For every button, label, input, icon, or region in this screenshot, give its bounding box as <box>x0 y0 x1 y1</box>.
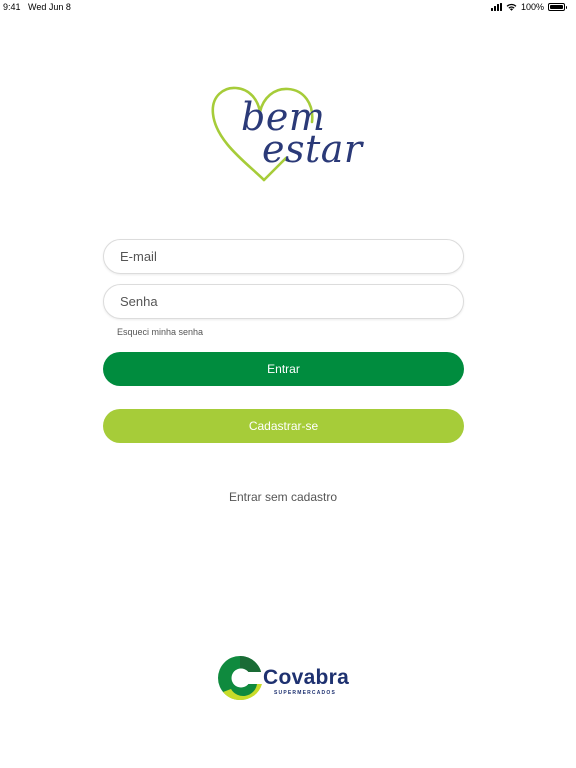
brand-name: Covabra <box>263 666 350 689</box>
battery-percentage: 100% <box>520 2 544 12</box>
password-input[interactable] <box>103 284 464 319</box>
login-button[interactable]: Entrar <box>103 352 464 386</box>
bem-estar-logo: bem estar <box>208 84 362 184</box>
register-button[interactable]: Cadastrar-se <box>103 409 464 443</box>
status-date: Wed Jun 8 <box>28 2 71 12</box>
forgot-password-link[interactable]: Esqueci minha senha <box>117 327 203 337</box>
status-time: 9:41 <box>3 2 21 12</box>
email-input[interactable] <box>103 239 464 274</box>
covabra-logo: Covabra SUPERMERCADOS <box>217 652 357 704</box>
status-indicators: 100% <box>490 2 567 12</box>
covabra-c-icon <box>218 656 263 701</box>
brand-subtitle: SUPERMERCADOS <box>274 690 336 696</box>
login-screen: 9:41 Wed Jun 8 100% bem estar Esqueci mi… <box>0 0 576 768</box>
logo-text-estar: estar <box>262 127 363 171</box>
status-bar: 9:41 Wed Jun 8 100% <box>0 0 576 16</box>
wifi-icon <box>506 3 517 11</box>
guest-login-link[interactable]: Entrar sem cadastro <box>0 490 566 504</box>
battery-icon <box>548 3 567 11</box>
cellular-signal-icon <box>490 3 502 11</box>
